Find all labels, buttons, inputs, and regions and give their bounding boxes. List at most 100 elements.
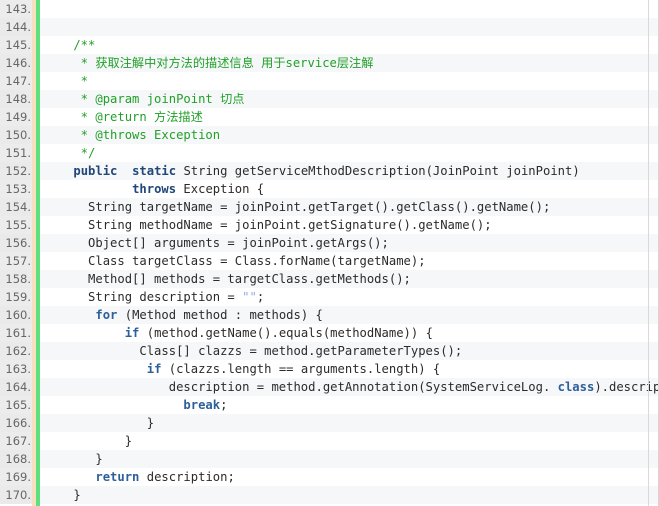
line-number: 146. (0, 54, 32, 72)
code-line[interactable]: 149. * @return 方法描述 (0, 108, 658, 126)
code-line[interactable]: 159. String description = ""; (0, 288, 658, 306)
code-line-text: Class[] clazzs = method.getParameterType… (44, 342, 462, 360)
code-line[interactable]: 156. Object[] arguments = joinPoint.getA… (0, 234, 658, 252)
code-editor-pane[interactable]: 143. 144. 145. /** 146. * 获取注解中对方法的描述信息 用于s… (0, 0, 659, 506)
line-number: 145. (0, 36, 32, 54)
code-line-text: String targetName = joinPoint.getTarget(… (44, 198, 550, 216)
code-token: /** (44, 38, 96, 52)
code-line[interactable]: 163. if (clazzs.length == arguments.leng… (0, 360, 658, 378)
code-lines-container: 143. 144. 145. /** 146. * 获取注解中对方法的描述信息 用于s… (0, 0, 658, 504)
code-token: */ (44, 146, 96, 160)
code-line[interactable]: 166. } (0, 414, 658, 432)
code-line-text: String methodName = joinPoint.getSignatu… (44, 216, 492, 234)
line-number: 150. (0, 126, 32, 144)
code-line[interactable]: 148. * @param joinPoint 切点 (0, 90, 658, 108)
line-number: 167. (0, 432, 32, 450)
line-number: 170. (0, 486, 32, 504)
code-line[interactable]: 154. String targetName = joinPoint.getTa… (0, 198, 658, 216)
code-line-text: public static String getServiceMthodDesc… (44, 162, 580, 180)
code-token: Object[] arguments = joinPoint.getArgs()… (44, 236, 389, 250)
code-line[interactable]: 153. throws Exception { (0, 180, 658, 198)
line-number: 153. (0, 180, 32, 198)
line-number: 155. (0, 216, 32, 234)
code-token: * @throws Exception (44, 128, 221, 142)
code-token: static (132, 164, 177, 178)
code-line[interactable]: 158. Method[] methods = targetClass.getM… (0, 270, 658, 288)
code-line[interactable]: 145. /** (0, 36, 658, 54)
code-line[interactable]: 143. (0, 0, 658, 18)
code-token: description; (139, 470, 235, 484)
code-line[interactable]: 151. */ (0, 144, 658, 162)
code-line-text: } (44, 432, 132, 450)
line-number: 147. (0, 72, 32, 90)
code-token: } (44, 434, 133, 448)
right-margin-rule (648, 0, 649, 506)
code-line[interactable]: 169. return description; (0, 468, 658, 486)
code-token: return (95, 470, 140, 484)
code-token: String getServiceMthodDescription(JoinPo… (176, 164, 580, 178)
line-number: 152. (0, 162, 32, 180)
code-line-text: /** (44, 36, 95, 54)
code-token: (Method method : methods) { (117, 308, 323, 322)
code-token: break (183, 398, 221, 412)
line-number: 154. (0, 198, 32, 216)
code-token: Method[] methods = targetClass.getMethod… (44, 272, 411, 286)
code-line[interactable]: 162. Class[] clazzs = method.getParamete… (0, 342, 658, 360)
line-number: 157. (0, 252, 32, 270)
line-number: 161. (0, 324, 32, 342)
line-number: 159. (0, 288, 32, 306)
code-token: "" (242, 290, 257, 304)
code-line[interactable]: 155. String methodName = joinPoint.getSi… (0, 216, 658, 234)
code-line[interactable]: 144. (0, 18, 658, 36)
code-line-text: throws Exception { (44, 180, 264, 198)
code-line[interactable]: 164. description = method.getAnnotation(… (0, 378, 658, 396)
line-number: 144. (0, 18, 32, 36)
code-line-text: for (Method method : methods) { (44, 306, 323, 324)
code-line-text: Object[] arguments = joinPoint.getArgs()… (44, 234, 389, 252)
code-line[interactable]: 161. if (method.getName().equals(methodN… (0, 324, 658, 342)
line-number: 166. (0, 414, 32, 432)
code-line[interactable]: 147. * (0, 72, 658, 90)
code-token: class (557, 380, 595, 394)
code-line[interactable]: 146. * 获取注解中对方法的描述信息 用于service层注解 (0, 54, 658, 72)
code-line-text: String description = ""; (44, 288, 264, 306)
code-line-text: } (44, 414, 154, 432)
code-line-text: description = method.getAnnotation(Syste… (44, 378, 658, 396)
code-token: throws (132, 182, 177, 196)
code-line[interactable]: 157. Class targetClass = Class.forName(t… (0, 252, 658, 270)
code-line[interactable]: 150. * @throws Exception (0, 126, 658, 144)
code-line[interactable]: 165. break; (0, 396, 658, 414)
code-line-text: return description; (44, 468, 235, 486)
line-number: 158. (0, 270, 32, 288)
code-token: String description = (44, 290, 243, 304)
code-token: String methodName = joinPoint.getSignatu… (44, 218, 492, 232)
code-line-text: * 获取注解中对方法的描述信息 用于service层注解 (44, 54, 374, 72)
code-token: * @param joinPoint 切点 (44, 92, 245, 106)
code-line[interactable]: 168. } (0, 450, 658, 468)
code-token: for (95, 308, 118, 322)
code-line-text: } (44, 450, 102, 468)
line-number: 156. (0, 234, 32, 252)
code-line-text: if (method.getName().equals(methodName))… (44, 324, 433, 342)
line-number: 169. (0, 468, 32, 486)
code-token: } (44, 416, 155, 430)
code-line[interactable]: 152. public static String getServiceMtho… (0, 162, 658, 180)
code-token: ).descript (594, 380, 658, 394)
code-token: ; (256, 290, 265, 304)
code-line-text: * @throws Exception (44, 126, 220, 144)
code-line-text: Method[] methods = targetClass.getMethod… (44, 270, 411, 288)
code-token: Class[] clazzs = method.getParameterType… (44, 344, 463, 358)
code-line-text: } (44, 486, 80, 504)
code-line[interactable]: 170. } (0, 486, 658, 504)
code-token: if (146, 362, 162, 376)
code-line[interactable]: 160. for (Method method : methods) { (0, 306, 658, 324)
code-token: ; (220, 398, 228, 412)
code-line[interactable]: 167. } (0, 432, 658, 450)
